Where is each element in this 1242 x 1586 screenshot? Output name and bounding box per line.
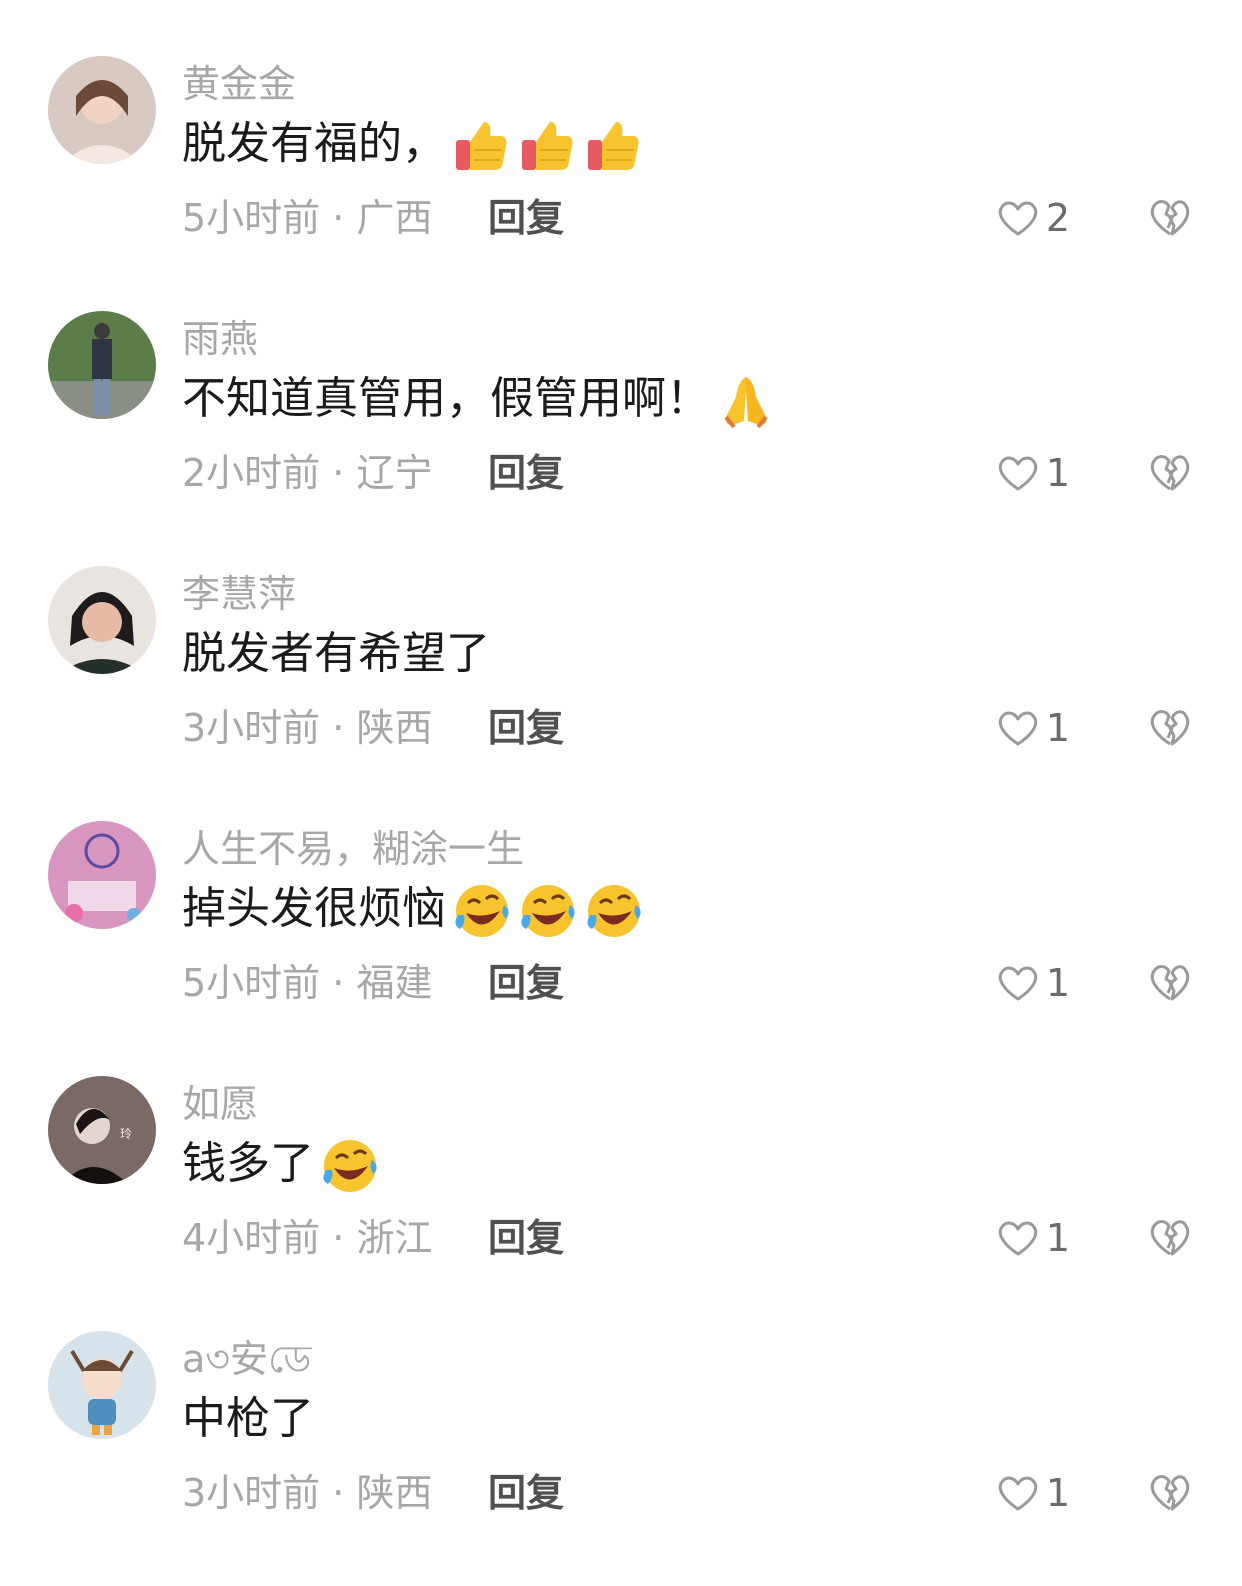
rofl-emoji-icon [320,1136,380,1196]
like-button[interactable]: 1 [996,1216,1070,1260]
comment-item: 李慧萍脱发者有希望了 3小时前 · 陕西 回复 1 [0,566,1242,821]
comment-location: 浙江 [356,1216,433,1260]
thumbs-up-emoji-icon [452,116,512,176]
like-button[interactable]: 1 [996,1471,1070,1515]
like-button[interactable]: 1 [996,961,1070,1005]
thumbs-up-emoji-icon [584,116,644,176]
avatar[interactable] [48,1331,156,1439]
reply-button[interactable]: 回复 [488,959,564,1007]
username[interactable]: a৩安ডে [182,1335,311,1383]
rofl-emoji-icon [518,881,578,941]
comment-item: 黄金金脱发有福的， 5小时前 · 广西 回复 2 [0,56,1242,311]
comment-item: 雨燕不知道真管用，假管用啊！ 2小时前 · 辽宁 回复 1 [0,311,1242,566]
comment-time: 3小时前 [182,706,321,750]
avatar[interactable] [48,311,156,419]
heart-icon [996,453,1040,493]
comment-time: 5小时前 [182,961,321,1005]
comment-text: 中枪了 [182,1391,314,1447]
like-button[interactable]: 1 [996,706,1070,750]
meta-separator: · [320,451,357,495]
comment-time: 3小时前 [182,1471,321,1515]
comment-location: 陕西 [356,1471,433,1515]
like-button[interactable]: 2 [996,196,1070,240]
comment-time: 2小时前 [182,451,321,495]
thumbs-up-emoji-icon [518,116,578,176]
comment-text: 掉头发很烦恼 [182,881,644,941]
broken-heart-icon [1148,196,1192,238]
avatar[interactable] [48,56,156,164]
username[interactable]: 黄金金 [182,60,296,108]
broken-heart-icon [1148,961,1192,1003]
comment-text: 脱发者有希望了 [182,626,490,682]
comment-meta: 3小时前 · 陕西 [182,704,432,752]
reply-button[interactable]: 回复 [488,1214,564,1262]
like-count: 1 [1045,1216,1070,1260]
rofl-emoji-icon [584,881,644,941]
heart-icon [996,198,1040,238]
broken-heart-icon [1148,1471,1192,1513]
comment-item: 玲 如愿钱多了 4小时前 · 浙江 回复 1 [0,1076,1242,1331]
comment-meta: 4小时前 · 浙江 [182,1214,432,1262]
like-count: 1 [1045,961,1070,1005]
reply-button[interactable]: 回复 [488,194,564,242]
comment-text-content: 脱发者有希望了 [182,628,490,679]
username[interactable]: 雨燕 [182,315,258,363]
comment-meta: 5小时前 · 广西 [182,194,432,242]
reply-button[interactable]: 回复 [488,449,564,497]
comment-meta: 2小时前 · 辽宁 [182,449,432,497]
comment-text: 不知道真管用，假管用啊！ [182,371,776,431]
like-button[interactable]: 1 [996,451,1070,495]
username[interactable]: 李慧萍 [182,570,296,618]
meta-separator: · [320,196,357,240]
comment-location: 福建 [356,961,433,1005]
dislike-button[interactable] [1148,961,1192,1003]
meta-separator: · [320,1471,357,1515]
meta-separator: · [320,961,357,1005]
meta-separator: · [320,706,357,750]
broken-heart-icon [1148,1216,1192,1258]
like-count: 2 [1045,196,1070,240]
comment-location: 陕西 [356,706,433,750]
pray-emoji-icon [716,371,776,431]
dislike-button[interactable] [1148,706,1192,748]
avatar[interactable]: 玲 [48,1076,156,1184]
comment-text-content: 掉头发很烦恼 [182,883,446,934]
comment-item: a৩安ডে 中枪了 3小时前 · 陕西 回复 1 [0,1331,1242,1586]
rofl-emoji-icon [452,881,512,941]
heart-icon [996,708,1040,748]
comment-location: 广西 [356,196,433,240]
heart-icon [996,1218,1040,1258]
comment-time: 5小时前 [182,196,321,240]
like-count: 1 [1045,451,1070,495]
meta-separator: · [320,1216,357,1260]
comment-text-content: 脱发有福的， [182,118,446,169]
comment-time: 4小时前 [182,1216,321,1260]
reply-button[interactable]: 回复 [488,1469,564,1517]
comment-text-content: 中枪了 [182,1393,314,1444]
reply-button[interactable]: 回复 [488,704,564,752]
dislike-button[interactable] [1148,451,1192,493]
username[interactable]: 如愿 [182,1080,258,1128]
comment-location: 辽宁 [356,451,433,495]
broken-heart-icon [1148,451,1192,493]
heart-icon [996,963,1040,1003]
like-count: 1 [1045,1471,1070,1515]
comment-text: 钱多了 [182,1136,380,1196]
comment-item: 人生不易，糊涂一生 掉头发很烦恼 5小时前 · 福建 回复 1 [0,821,1242,1076]
dislike-button[interactable] [1148,1216,1192,1258]
comment-meta: 5小时前 · 福建 [182,959,432,1007]
username[interactable]: 人生不易，糊涂一生 [182,825,524,873]
heart-icon [996,1473,1040,1513]
dislike-button[interactable] [1148,196,1192,238]
svg-text:玲: 玲 [120,1127,132,1141]
comment-text-content: 钱多了 [182,1138,314,1189]
dislike-button[interactable] [1148,1471,1192,1513]
comment-text-content: 不知道真管用，假管用啊！ [182,373,710,424]
like-count: 1 [1045,706,1070,750]
broken-heart-icon [1148,706,1192,748]
avatar[interactable] [48,821,156,929]
comment-meta: 3小时前 · 陕西 [182,1469,432,1517]
avatar[interactable] [48,566,156,674]
comment-text: 脱发有福的， [182,116,644,176]
